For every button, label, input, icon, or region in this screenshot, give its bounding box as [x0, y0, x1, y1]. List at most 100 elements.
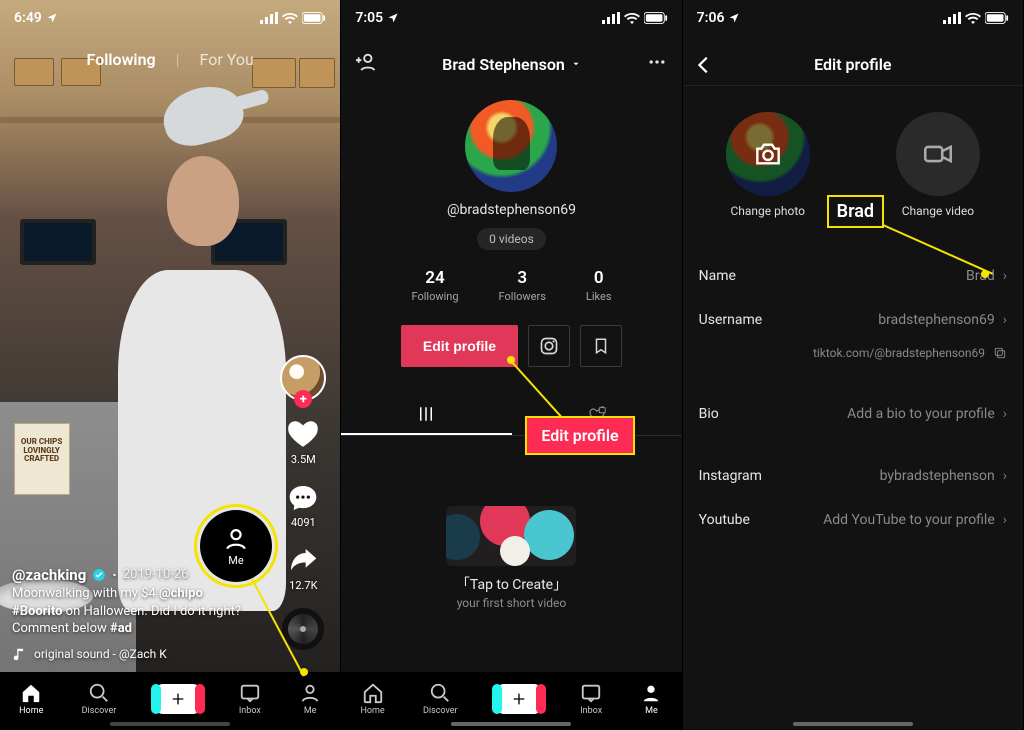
nav-me[interactable]: Me [640, 682, 662, 716]
person-icon [223, 526, 249, 552]
me-floating-button[interactable]: Me [200, 510, 272, 582]
nav-home[interactable]: Home [19, 682, 43, 716]
location-arrow-icon [46, 12, 58, 24]
clock: 7:06 [697, 10, 725, 26]
row-bio[interactable]: Bio Add a bio to your profile› [683, 392, 1023, 436]
change-video[interactable]: Change video [896, 112, 980, 218]
chip-bag: OUR CHIPS LOVINGLY CRAFTED [14, 423, 70, 495]
creator-avatar[interactable]: + [280, 355, 326, 401]
row-youtube[interactable]: Youtube Add YouTube to your profile› [683, 498, 1023, 542]
settings-list: Name Brad› Username bradstephenson69› ti… [683, 254, 1023, 542]
status-bar: 7:05 [341, 0, 681, 36]
profile-name-dropdown[interactable]: Brad Stephenson [442, 55, 581, 74]
nav-create[interactable] [155, 684, 201, 714]
annotation-edit-profile-label: Edit profile [525, 416, 634, 455]
grid-icon [417, 405, 435, 423]
wifi-icon [965, 12, 981, 24]
home-indicator [110, 722, 230, 726]
caret-down-icon [571, 59, 581, 69]
nav-inbox[interactable]: Inbox [580, 682, 602, 716]
edit-title: Edit profile [814, 55, 891, 74]
stats-row: 24 Following 3 Followers 0 Likes [341, 268, 681, 303]
profile-header: Brad Stephenson [341, 44, 681, 84]
instagram-link-button[interactable] [528, 325, 570, 367]
tap-create-title: 「Tap to Create」 [411, 574, 611, 594]
more-horizontal-icon [647, 52, 667, 72]
status-bar: 7:06 [683, 0, 1023, 36]
home-indicator [451, 722, 571, 726]
edit-profile-screen: 7:06 Edit profile Change photo Change vi… [683, 0, 1024, 730]
verified-badge-icon [92, 568, 106, 582]
nav-create[interactable] [496, 684, 542, 714]
stat-following[interactable]: 24 Following [411, 268, 458, 303]
status-bar: 6:49 [0, 0, 340, 36]
more-button[interactable] [646, 52, 668, 76]
bookmark-button[interactable] [580, 325, 622, 367]
back-button[interactable] [693, 54, 715, 80]
plus-icon [170, 691, 186, 707]
edit-header: Edit profile [683, 44, 1023, 86]
caption-line-3: Comment below #ad [12, 620, 260, 638]
add-friends-button[interactable] [355, 51, 377, 77]
tab-foryou[interactable]: For You [200, 50, 254, 69]
follow-plus-icon[interactable]: + [294, 390, 312, 408]
annotation-dot [300, 668, 308, 676]
change-photo[interactable]: Change photo [726, 112, 810, 218]
signal-icon [602, 12, 620, 24]
home-indicator [793, 722, 913, 726]
right-action-rail: + 3.5M 4091 12.7K [274, 355, 332, 650]
wifi-icon [282, 12, 298, 24]
tab-following[interactable]: Following [87, 50, 156, 69]
chevron-left-icon [693, 54, 715, 76]
stat-followers[interactable]: 3 Followers [499, 268, 546, 303]
profile-handle: @bradstephenson69 [341, 202, 681, 218]
music-note-icon [12, 647, 26, 661]
signal-icon [943, 12, 961, 24]
caption-line-1: Moonwalking with my $4 @chipo [12, 585, 260, 603]
nav-discover[interactable]: Discover [423, 682, 458, 716]
comment-count: 4091 [287, 516, 319, 529]
annotation-brad-label: Brad [827, 195, 884, 228]
signal-icon [260, 12, 278, 24]
clock: 6:49 [14, 10, 42, 26]
comment-button[interactable]: 4091 [287, 482, 319, 529]
tab-grid[interactable] [341, 395, 511, 435]
creator-handle[interactable]: @zachking [12, 565, 86, 585]
row-instagram[interactable]: Instagram bybradstephenson› [683, 454, 1023, 498]
location-arrow-icon [387, 12, 399, 24]
camera-icon [752, 138, 784, 170]
nav-home[interactable]: Home [360, 682, 384, 716]
annotation-dot [981, 270, 989, 278]
share-count: 12.7K [287, 579, 319, 592]
row-profile-link[interactable]: tiktok.com/@bradstephenson69 [683, 342, 1023, 374]
location-arrow-icon [728, 12, 740, 24]
share-button[interactable]: 12.7K [287, 545, 319, 592]
video-camera-icon [921, 137, 955, 171]
feed-screen: OUR CHIPS LOVINGLY CRAFTED 6:49 Followin… [0, 0, 341, 730]
video-count-pill[interactable]: 0 videos [477, 228, 546, 250]
copy-icon [993, 346, 1007, 360]
nav-discover[interactable]: Discover [82, 682, 117, 716]
sound-row[interactable]: original sound - @Zach K [12, 646, 260, 662]
profile-screen: 7:05 Brad Stephenson @bradstephenson69 0… [341, 0, 682, 730]
battery-icon [644, 12, 668, 24]
bookmark-icon [592, 336, 610, 356]
battery-icon [302, 12, 326, 24]
wifi-icon [624, 12, 640, 24]
sound-disc[interactable] [282, 608, 324, 650]
nav-me[interactable]: Me [299, 682, 321, 716]
like-button[interactable]: 3.5M [286, 417, 320, 466]
feed-tabs: Following | For You [0, 50, 340, 69]
clock: 7:05 [355, 10, 383, 26]
tap-to-create[interactable]: 「Tap to Create」 your first short video [411, 506, 611, 610]
stat-likes[interactable]: 0 Likes [586, 268, 612, 303]
row-username[interactable]: Username bradstephenson69› [683, 298, 1023, 342]
row-name[interactable]: Name Brad› [683, 254, 1023, 298]
battery-icon [985, 12, 1009, 24]
instagram-icon [539, 336, 559, 356]
caption-date: 2019-10-26 [123, 566, 189, 584]
nav-inbox[interactable]: Inbox [239, 682, 261, 716]
profile-avatar[interactable] [465, 100, 557, 192]
create-thumbnail [446, 506, 576, 566]
edit-profile-button[interactable]: Edit profile [401, 325, 518, 367]
